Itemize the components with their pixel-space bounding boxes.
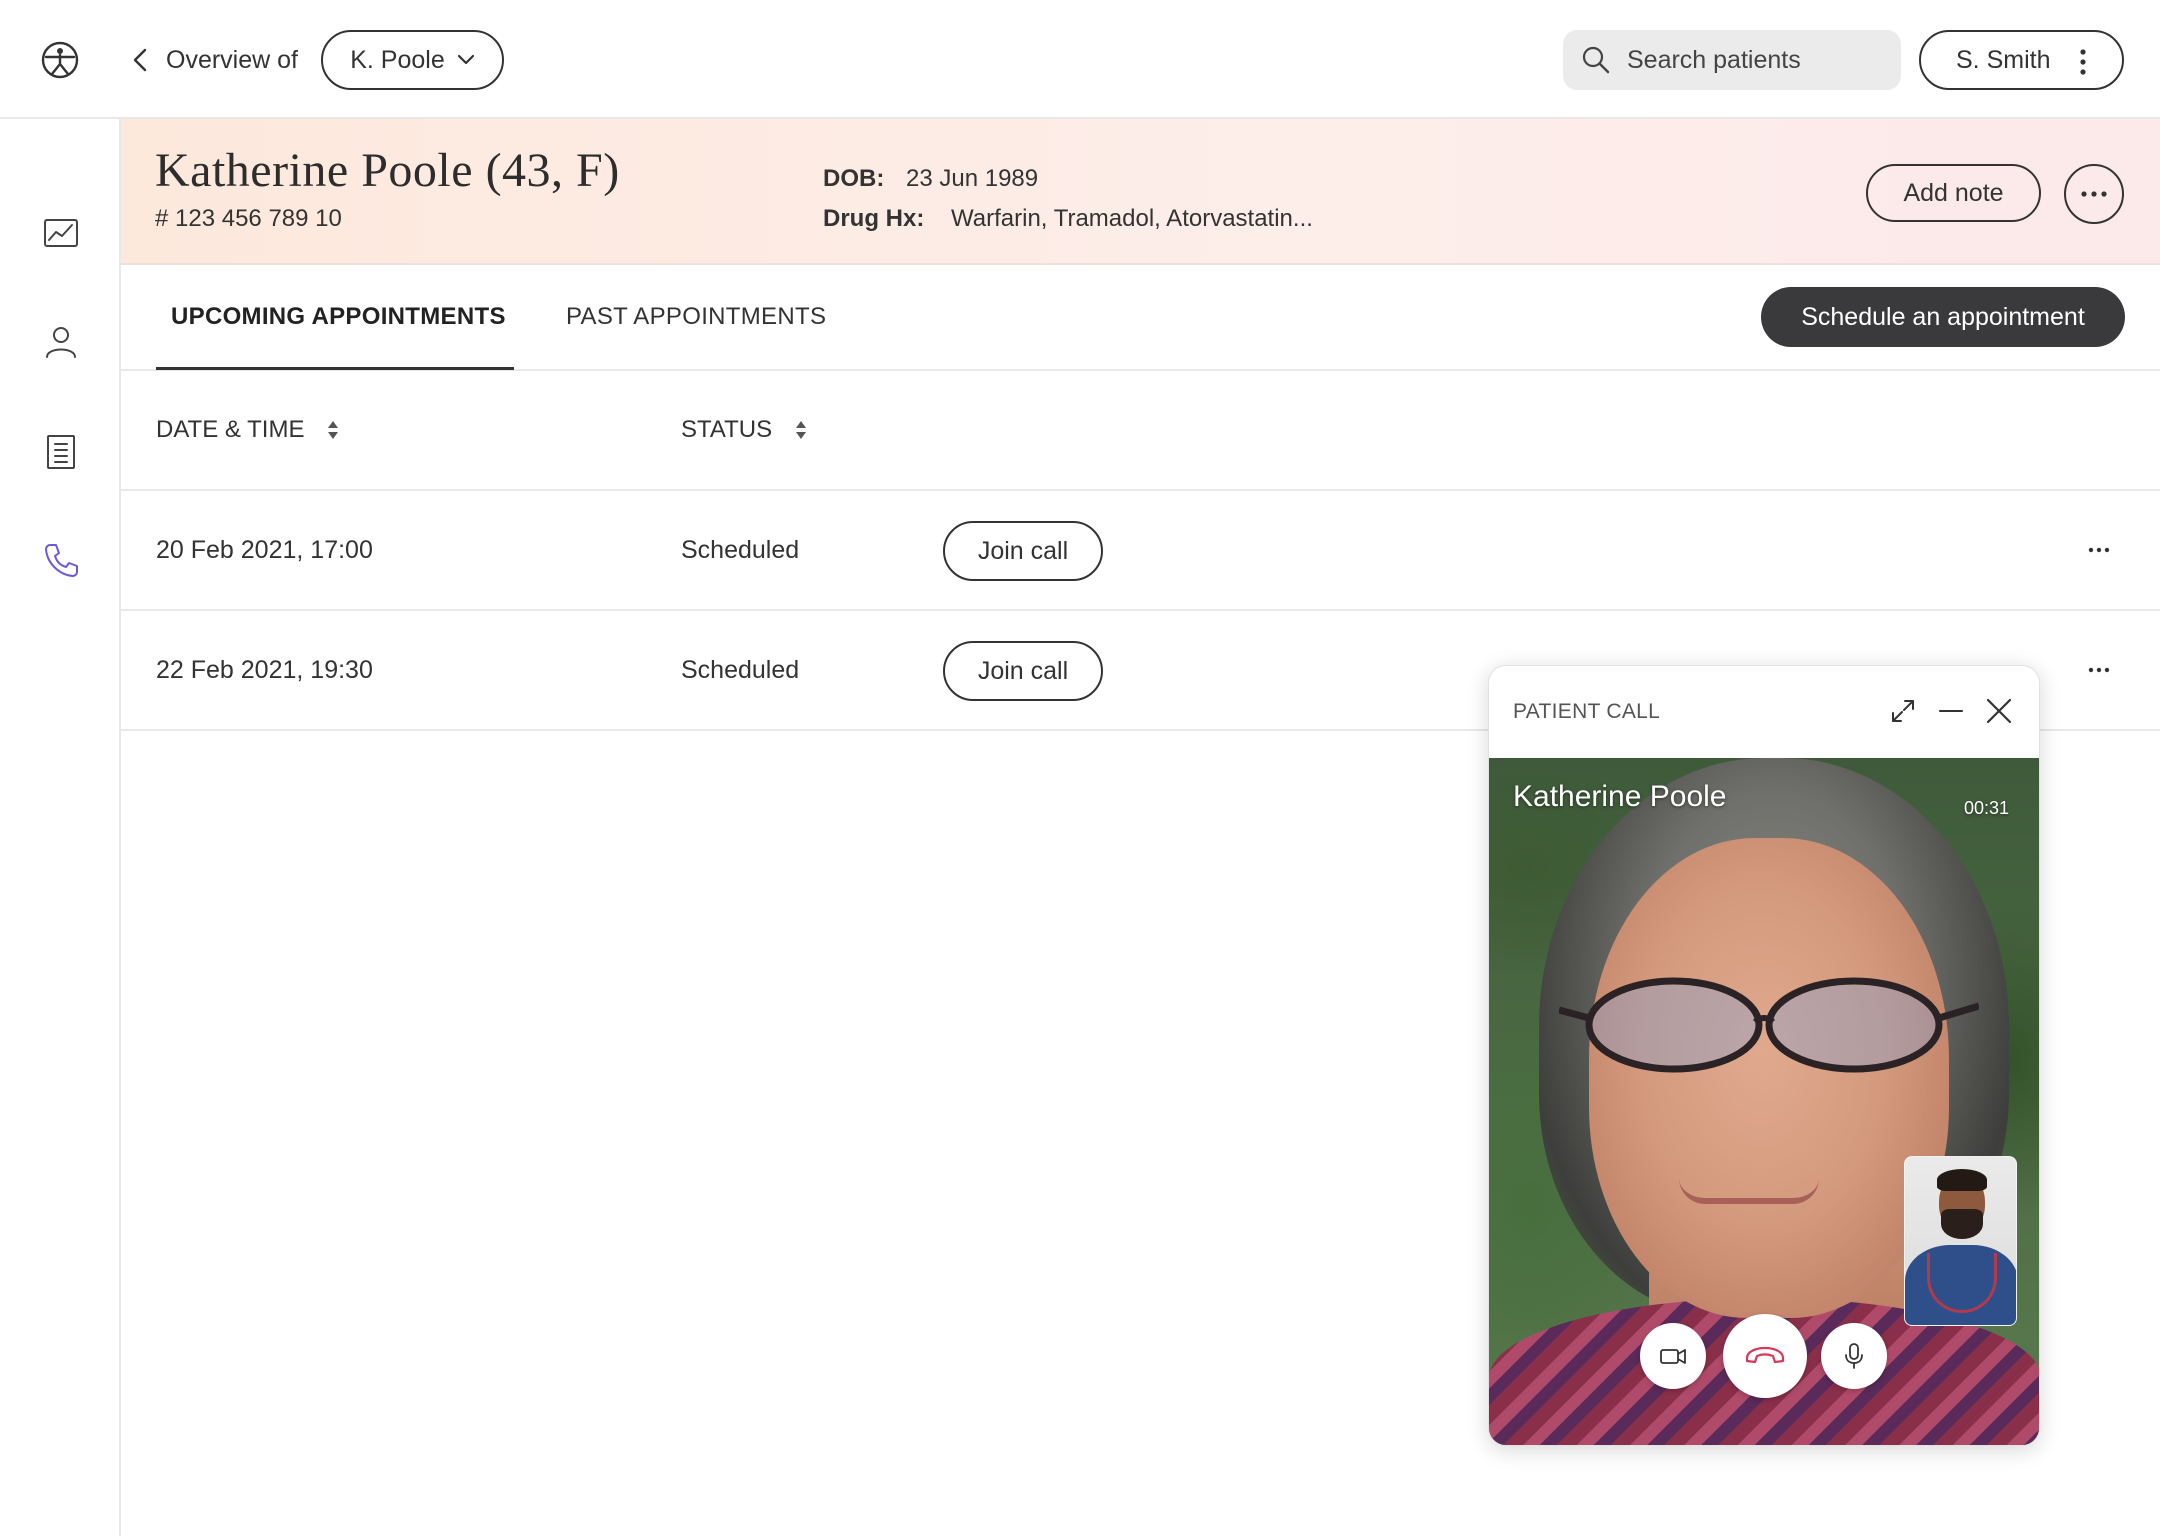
patient-header: Katherine Poole (43, F) # 123 456 789 10… [121,119,2160,265]
patient-name: Katherine Poole (43, F) [155,144,620,197]
appointment-datetime: 22 Feb 2021, 19:30 [156,656,373,684]
chevron-down-icon [457,54,474,65]
appointment-status: Scheduled [681,656,800,684]
microphone-icon [1845,1343,1863,1369]
video-glasses [1559,977,1979,1073]
phone-icon[interactable] [42,541,80,579]
join-call-button[interactable]: Join call [943,641,1103,701]
patient-video-feed: Katherine Poole 00:31 [1489,758,2039,1445]
more-horizontal-icon [2081,191,2107,197]
close-icon[interactable] [1985,697,2013,725]
drug-history-label: Drug Hx: [823,205,925,232]
sort-icon [796,421,807,439]
chart-icon[interactable] [42,214,80,252]
hang-up-button[interactable] [1723,1314,1807,1398]
minimize-icon[interactable] [1937,697,1965,725]
table-row: 20 Feb 2021, 17:00 Scheduled Join call [121,491,2160,611]
drug-history-field: Drug Hx: Warfarin, Tramadol, Atorvastatin… [823,205,1313,233]
appointment-tabs: UPCOMING APPOINTMENTS PAST APPOINTMENTS … [121,265,2160,371]
back-label: Overview of [166,45,298,74]
search-input[interactable]: Search patients [1563,30,1901,90]
self-view-beard [1941,1209,1983,1239]
search-icon [1582,46,1610,74]
document-icon[interactable] [42,433,80,471]
sidebar [0,119,121,1536]
dob-value: 23 Jun 1989 [906,165,1039,192]
patient-call-window: PATIENT CALL Katherine Poole 00:31 [1488,665,2040,1446]
column-header-status-label: STATUS [681,416,773,443]
logo-icon[interactable] [40,40,80,80]
user-name: S. Smith [1956,45,2051,74]
drug-history-value: Warfarin, Tramadol, Atorvastatin... [951,205,1313,232]
kebab-icon [2080,49,2086,75]
column-header-status[interactable]: STATUS [681,416,808,444]
column-header-datetime-label: DATE & TIME [156,416,305,443]
appointment-datetime: 20 Feb 2021, 17:00 [156,536,373,564]
person-icon[interactable] [42,323,80,361]
join-call-button[interactable]: Join call [943,521,1103,581]
caller-name: Katherine Poole [1513,780,1727,813]
patient-more-button[interactable] [2064,164,2124,224]
schedule-appointment-button[interactable]: Schedule an appointment [1761,287,2125,347]
back-link[interactable]: Overview of [130,40,298,80]
video-camera-icon [1660,1349,1686,1364]
call-window-header[interactable]: PATIENT CALL [1489,666,2039,758]
mute-button[interactable] [1821,1323,1887,1389]
tab-upcoming-appointments[interactable]: UPCOMING APPOINTMENTS [171,303,506,331]
patient-id: # 123 456 789 10 [155,205,342,232]
tab-past-appointments[interactable]: PAST APPOINTMENTS [566,303,826,331]
self-view-video[interactable] [1904,1156,2017,1326]
active-tab-indicator [156,367,514,370]
video-mouth [1679,1178,1819,1204]
search-placeholder: Search patients [1627,45,1801,74]
patient-selector-value: K. Poole [350,45,445,74]
camera-toggle-button[interactable] [1640,1323,1706,1389]
patient-selector[interactable]: K. Poole [321,30,504,90]
hang-up-icon [1745,1346,1785,1364]
table-header: DATE & TIME STATUS [121,371,2160,491]
sort-icon [328,421,339,439]
self-view-hair [1937,1169,1987,1191]
user-menu-button[interactable]: S. Smith [1919,30,2124,90]
dob-field: DOB: 23 Jun 1989 [823,165,1038,193]
more-horizontal-icon[interactable] [2087,546,2111,554]
dob-label: DOB: [823,165,885,192]
expand-icon[interactable] [1889,697,1917,725]
appointment-status: Scheduled [681,536,800,564]
call-timer: 00:31 [1963,798,2009,818]
call-window-title: PATIENT CALL [1513,700,1661,723]
add-note-button[interactable]: Add note [1866,164,2041,222]
column-header-datetime[interactable]: DATE & TIME [156,416,340,444]
top-bar: Overview of K. Poole Search patients S. … [0,0,2160,119]
more-horizontal-icon[interactable] [2087,666,2111,674]
chevron-left-icon [133,48,147,72]
